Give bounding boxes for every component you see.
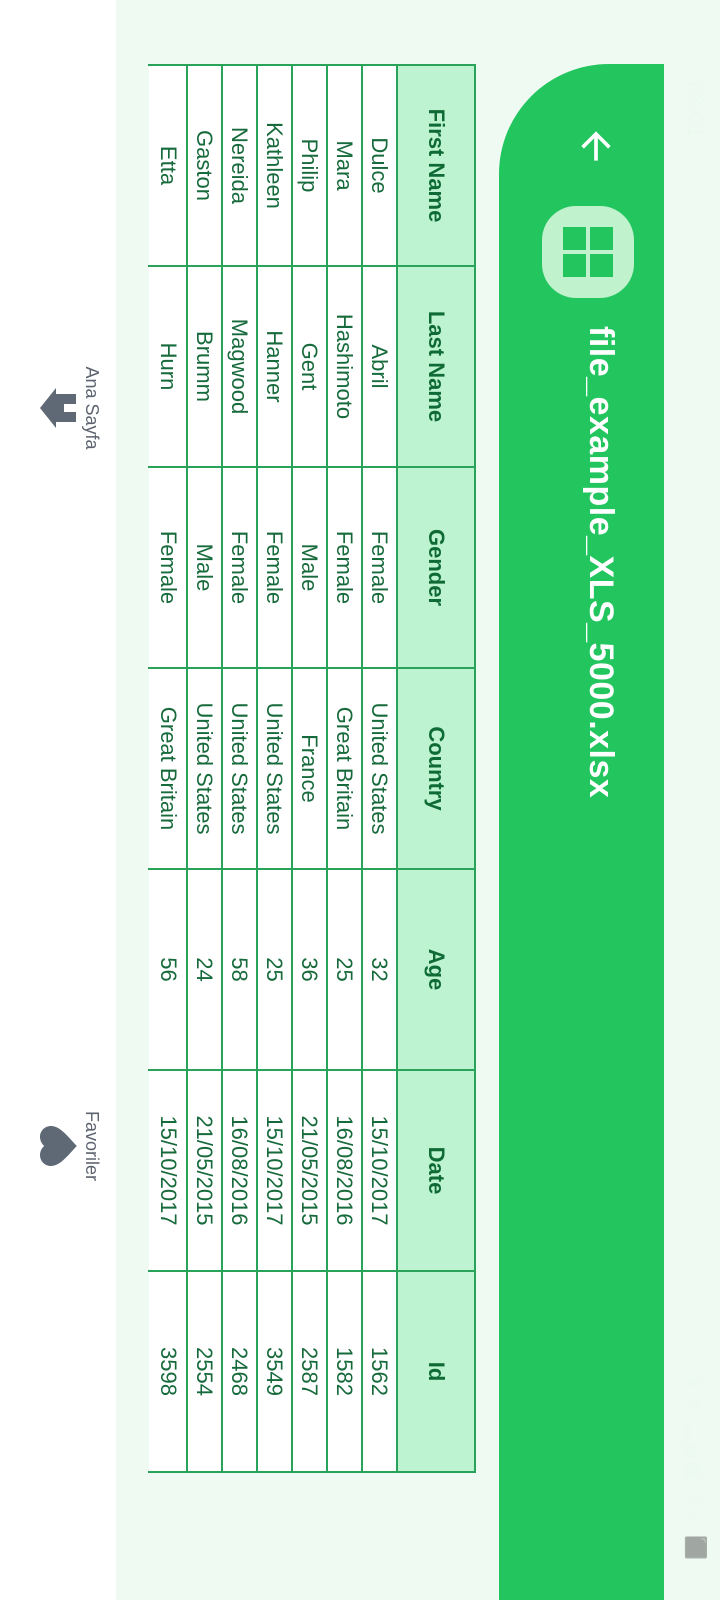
table-cell: 15/10/2017	[362, 1070, 397, 1271]
table-cell: 3549	[257, 1271, 292, 1472]
table-cell: Philip	[292, 65, 327, 266]
nav-label-favorites: Favoriler	[82, 1110, 102, 1181]
table-cell: Great Britain	[149, 668, 187, 869]
column-header[interactable]: Gender	[397, 467, 475, 668]
spreadsheet-table: First Name Last Name Gender Country Age …	[148, 64, 476, 1473]
home-icon	[40, 388, 76, 428]
column-header[interactable]: Age	[397, 869, 475, 1070]
table-cell: Abril	[362, 266, 397, 467]
table-cell: Female	[327, 467, 362, 668]
table-cell: 56	[149, 869, 187, 1070]
table-cell: 16/08/2016	[222, 1070, 257, 1271]
table-row[interactable]: Dulce Abril Female United States 32 15/1…	[362, 65, 397, 1472]
table-header-row: First Name Last Name Gender Country Age …	[397, 65, 475, 1472]
table-cell: United States	[362, 668, 397, 869]
column-header[interactable]: First Name	[397, 65, 475, 266]
status-time: 03:01	[683, 82, 708, 138]
table-cell: France	[292, 668, 327, 869]
table-cell: Nereida	[222, 65, 257, 266]
table-row[interactable]: Mara Hashimoto Female Great Britain 25 1…	[327, 65, 362, 1472]
table-cell: 21/05/2015	[187, 1070, 222, 1271]
table-cell: Kathleen	[257, 65, 292, 266]
table-cell: Female	[222, 467, 257, 668]
table-cell: Dulce	[362, 65, 397, 266]
table-cell: 36	[292, 869, 327, 1070]
status-icons: ▮ ▾ ▂▄▆ 4G ⬛	[684, 1376, 706, 1564]
back-button[interactable]	[566, 116, 626, 176]
bottom-navigation: Ana Sayfa Favoriler	[0, 0, 116, 1600]
table-cell: 15/10/2017	[149, 1070, 187, 1271]
table-cell: 32	[362, 869, 397, 1070]
nav-item-favorites[interactable]: Favoriler	[0, 1036, 116, 1256]
table-cell: Hashimoto	[327, 266, 362, 467]
table-cell: Mara	[327, 65, 362, 266]
column-header[interactable]: Id	[397, 1271, 475, 1472]
column-header[interactable]: Country	[397, 668, 475, 869]
nav-item-home[interactable]: Ana Sayfa	[0, 298, 116, 518]
table-cell: Male	[187, 467, 222, 668]
status-bar: 03:01 ▮ ▾ ▂▄▆ 4G ⬛	[664, 0, 720, 1600]
table-cell: 21/05/2015	[292, 1070, 327, 1271]
table-cell: United States	[222, 668, 257, 869]
table-cell: 3598	[149, 1271, 187, 1472]
table-cell: 58	[222, 869, 257, 1070]
table-cell: Gent	[292, 266, 327, 467]
arrow-left-icon	[581, 131, 611, 161]
column-header[interactable]: Date	[397, 1070, 475, 1271]
table-row[interactable]: Gaston Brumm Male United States 24 21/05…	[187, 65, 222, 1472]
table-row[interactable]: Etta Hurn Female Great Britain 56 15/10/…	[149, 65, 187, 1472]
table-cell: 25	[327, 869, 362, 1070]
table-cell: Female	[362, 467, 397, 668]
table-cell: Female	[257, 467, 292, 668]
sheet-app-icon	[542, 206, 634, 298]
table-cell: 2554	[187, 1271, 222, 1472]
table-cell: United States	[187, 668, 222, 869]
table-row[interactable]: Nereida Magwood Female United States 58 …	[222, 65, 257, 1472]
file-title: file_example_XLS_5000.xlsx	[582, 326, 620, 799]
table-cell: Etta	[149, 65, 187, 266]
table-cell: 1562	[362, 1271, 397, 1472]
grid-icon	[563, 227, 613, 277]
table-cell: 1582	[327, 1271, 362, 1472]
table-cell: Hanner	[257, 266, 292, 467]
table-cell: 2468	[222, 1271, 257, 1472]
app-bar: file_example_XLS_5000.xlsx	[499, 64, 664, 1600]
table-cell: 16/08/2016	[327, 1070, 362, 1271]
table-cell: United States	[257, 668, 292, 869]
table-row[interactable]: Kathleen Hanner Female United States 25 …	[257, 65, 292, 1472]
table-row[interactable]: Philip Gent Male France 36 21/05/2015 25…	[292, 65, 327, 1472]
screen: 03:01 ▮ ▾ ▂▄▆ 4G ⬛ file_example_XLS_5000…	[0, 0, 720, 1600]
table-cell: Great Britain	[327, 668, 362, 869]
column-header[interactable]: Last Name	[397, 266, 475, 467]
nav-label-home: Ana Sayfa	[82, 366, 102, 450]
table-cell: Brumm	[187, 266, 222, 467]
table-cell: Gaston	[187, 65, 222, 266]
table-cell: 2587	[292, 1271, 327, 1472]
table-cell: Magwood	[222, 266, 257, 467]
table-cell: 24	[187, 869, 222, 1070]
heart-icon	[40, 1126, 77, 1166]
table-cell: 15/10/2017	[257, 1070, 292, 1271]
table-cell: 25	[257, 869, 292, 1070]
table-cell: Hurn	[149, 266, 187, 467]
table-cell: Female	[149, 467, 187, 668]
table-cell: Male	[292, 467, 327, 668]
